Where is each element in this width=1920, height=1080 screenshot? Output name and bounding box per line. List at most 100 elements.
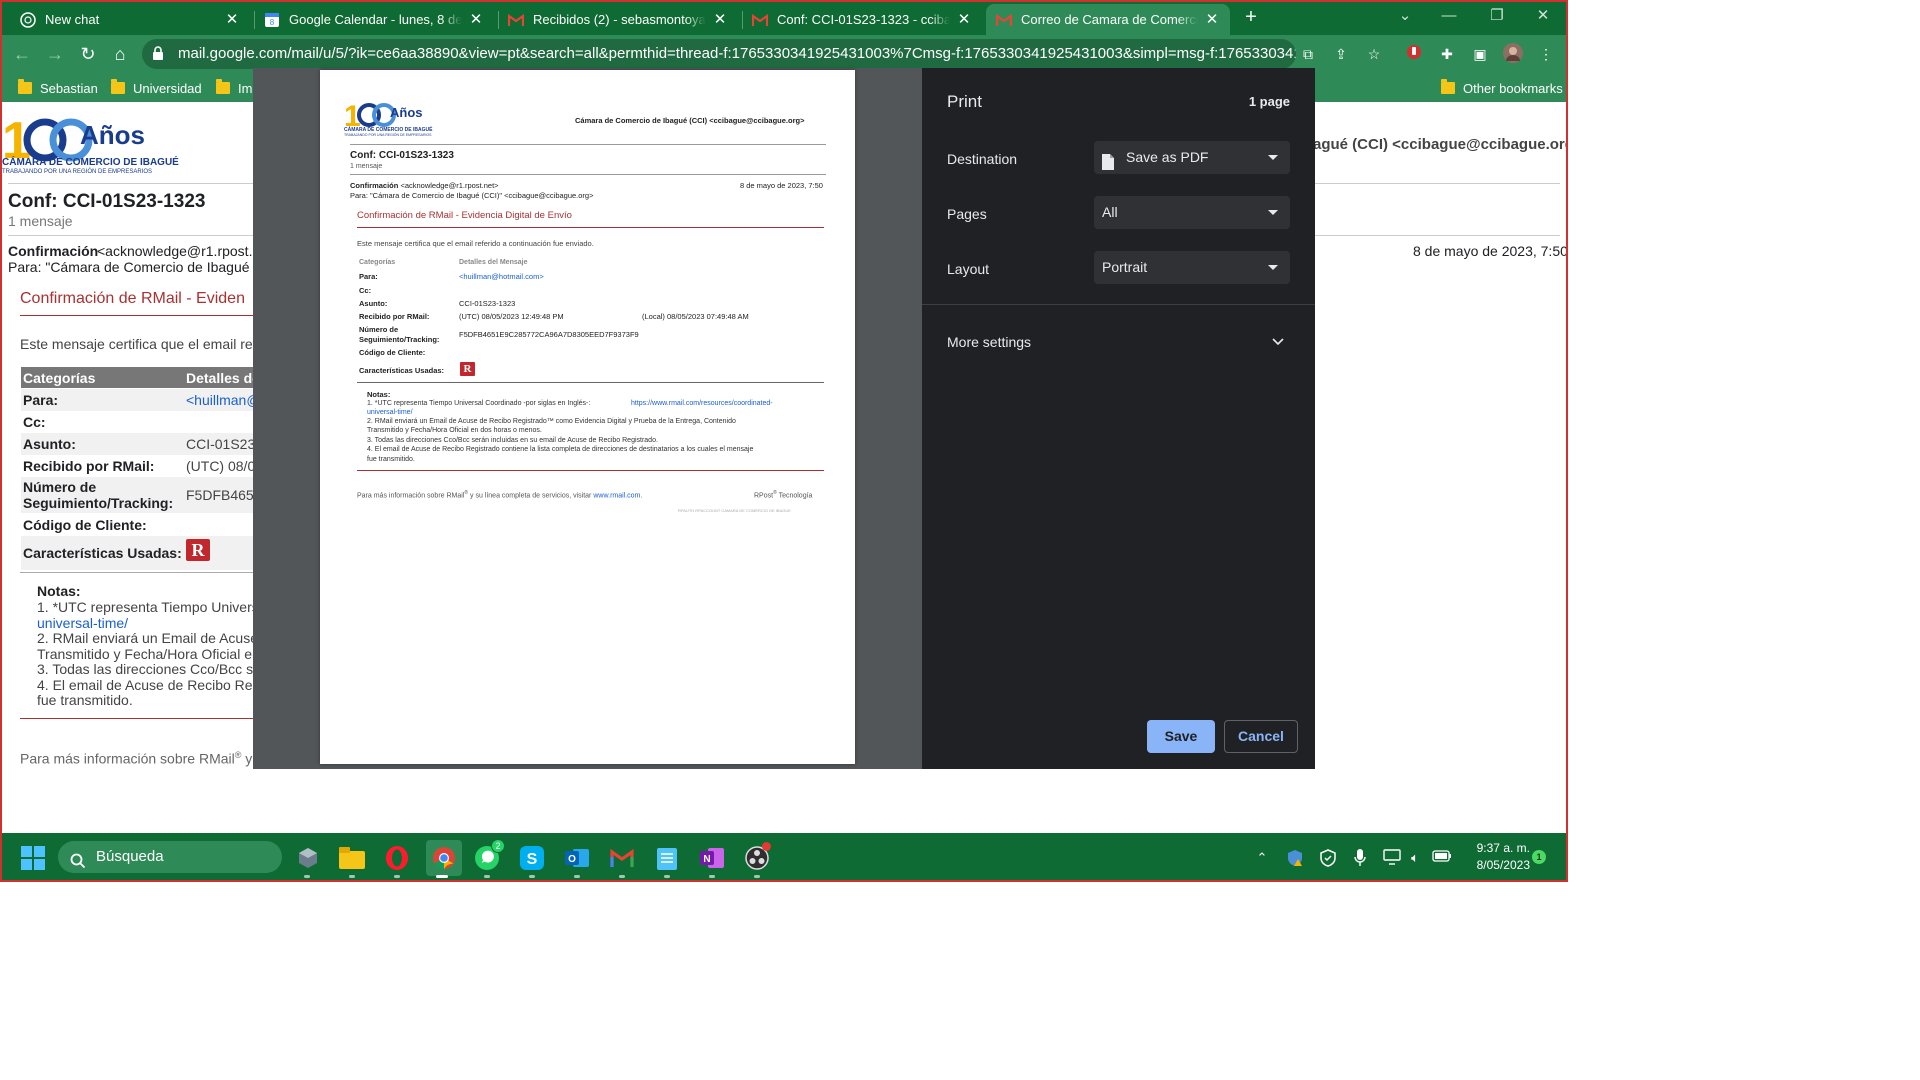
share-icon[interactable]: ⇪ <box>1331 44 1351 64</box>
logo-subtitle: CÁMARA DE COMERCIO DE IBAGUÉ <box>2 157 179 168</box>
row-label: Asunto: <box>23 436 76 452</box>
outlook-icon[interactable]: O <box>561 842 593 874</box>
chevron-down-icon <box>1268 155 1278 160</box>
security-shield-icon[interactable] <box>1319 849 1337 867</box>
note-line: Transmitido y Fecha/Hora Oficial en c <box>37 646 271 662</box>
window-close-icon[interactable]: ✕ <box>1530 4 1556 28</box>
back-icon[interactable]: ← <box>10 42 34 66</box>
print-preview-page: 1 Años CÁMARA DE COMERCIO DE IBAGUÉ TRAB… <box>320 70 855 764</box>
notification-count-badge[interactable]: 1 <box>1532 850 1546 864</box>
preview-row-label: Para: <box>359 272 378 281</box>
more-settings-toggle[interactable]: More settings <box>922 322 1315 362</box>
restore-icon[interactable]: ❐ <box>1484 4 1510 28</box>
preview-row-label: Número de <box>359 325 399 334</box>
preview-sender-name: Confirmación <box>350 181 399 190</box>
clock-time[interactable]: 9:37 a. m. <box>1460 841 1530 855</box>
note-line: fue transmitido. <box>37 692 133 708</box>
pages-select[interactable]: All <box>1094 196 1290 229</box>
cancel-button[interactable]: Cancel <box>1224 720 1298 753</box>
recording-indicator <box>762 842 771 851</box>
table-row: Asunto: CCI-01S23 <box>21 433 255 455</box>
onenote-icon[interactable]: N <box>696 842 728 874</box>
windows-start-icon[interactable] <box>17 842 49 874</box>
extensions-puzzle-icon[interactable]: ✚ <box>1437 44 1457 64</box>
tab-google-calendar[interactable]: 8 Google Calendar - lunes, 8 de mayo ✕ <box>254 4 494 35</box>
preview-sender-email: <acknowledge@r1.rpost.net> <box>400 181 499 190</box>
defender-warning-icon[interactable] <box>1286 849 1304 867</box>
layout-select[interactable]: Portrait <box>1094 251 1290 284</box>
skype-icon[interactable]: S <box>516 842 548 874</box>
logo-text: Años <box>80 120 145 150</box>
profile-avatar[interactable] <box>1503 43 1523 63</box>
chevron-up-icon[interactable]: ⌃ <box>1253 849 1271 867</box>
opera-icon[interactable] <box>381 842 413 874</box>
pages-label: Pages <box>947 206 987 222</box>
tab-new-chat[interactable]: New chat ✕ <box>10 4 250 35</box>
folder-icon <box>216 79 230 94</box>
table-row: Para: <huillman@ <box>21 389 261 411</box>
running-indicator <box>709 875 715 878</box>
file-explorer-icon[interactable] <box>336 842 368 874</box>
chrome-icon[interactable] <box>426 840 462 876</box>
preview-footer-link: www.rmail.com. <box>593 492 643 500</box>
bookmark-star-icon[interactable]: ☆ <box>1364 44 1384 64</box>
bookmark-label: Other bookmarks <box>1463 80 1563 96</box>
recipient-link[interactable]: <huillman@ <box>186 392 261 408</box>
microphone-icon[interactable] <box>1351 849 1369 867</box>
logo-tagline: TRABAJANDO POR UNA REGIÓN DE EMPRESARIOS <box>2 169 153 175</box>
destination-select[interactable]: Save as PDF <box>1094 141 1290 174</box>
other-bookmarks[interactable]: Other bookmarks <box>1441 79 1563 97</box>
layout-value: Portrait <box>1102 259 1148 275</box>
forward-icon[interactable]: → <box>43 42 67 66</box>
table-row: Cc: <box>21 411 253 433</box>
column-header: Categorías <box>23 370 96 386</box>
preview-subject: Conf: CCI-01S23-1323 <box>350 150 454 161</box>
preview-row-value: (UTC) 08/05/2023 12:49:48 PM <box>459 312 564 321</box>
whatsapp-icon[interactable]: 2 <box>471 839 505 874</box>
gmail-icon[interactable] <box>606 842 638 874</box>
notepad-icon[interactable] <box>651 842 683 874</box>
preview-row-label: Código de Cliente: <box>359 348 426 357</box>
battery-icon[interactable] <box>1432 849 1451 867</box>
close-icon[interactable]: ✕ <box>468 11 484 28</box>
clock-date[interactable]: 8/05/2023 <box>1460 858 1530 872</box>
close-icon[interactable]: ✕ <box>224 11 240 28</box>
minimize-icon[interactable]: — <box>1436 4 1462 28</box>
tab-active-correo[interactable]: Correo de Camara de Comercio de ✕ <box>986 4 1230 35</box>
extension-red-icon[interactable] <box>1404 44 1424 64</box>
network-icon[interactable] <box>1383 849 1401 867</box>
side-panel-icon[interactable]: ▣ <box>1470 44 1490 64</box>
tab-inbox[interactable]: Recibidos (2) - sebasmontoyasm ✕ <box>498 4 738 35</box>
notification-badge: 2 <box>491 839 505 853</box>
bookmark-label: Universidad <box>133 80 202 96</box>
row-value: F5DFB465 <box>186 487 254 503</box>
save-button[interactable]: Save <box>1147 720 1215 753</box>
close-icon[interactable]: ✕ <box>1204 11 1220 28</box>
bookmark-folder[interactable]: Sebastian <box>18 79 98 97</box>
running-indicator <box>529 875 535 878</box>
widgets-icon[interactable] <box>292 842 324 874</box>
close-icon[interactable]: ✕ <box>956 11 972 28</box>
preview-row-label: Seguimiento/Tracking: <box>359 335 440 344</box>
note-link[interactable]: universal-time/ <box>37 615 128 631</box>
table-row: Recibido por RMail: (UTC) 08/0 <box>21 455 256 477</box>
tab-search-icon[interactable]: ⌄ <box>1392 4 1418 28</box>
address-bar[interactable]: mail.google.com/mail/u/5/?ik=ce6aa38890&… <box>142 39 1296 69</box>
running-indicator <box>484 875 490 878</box>
home-icon[interactable]: ⌂ <box>108 42 132 66</box>
preview-row-label: Características Usadas: <box>359 366 445 375</box>
volume-icon[interactable]: 🔈︎ <box>1406 849 1424 867</box>
bookmark-folder[interactable]: Universidad <box>111 79 202 97</box>
tab-conf-email[interactable]: Conf: CCI-01S23-1323 - ccibague ✕ <box>742 4 982 35</box>
chrome-menu-icon[interactable]: ⋮ <box>1536 44 1556 64</box>
email-intro: Este mensaje certifica que el email refe <box>20 336 265 352</box>
taskbar-search[interactable]: Búsqueda <box>58 841 282 873</box>
obs-icon[interactable] <box>741 842 773 874</box>
lock-icon[interactable] <box>152 46 166 62</box>
row-value: (UTC) 08/0 <box>186 458 256 474</box>
close-icon[interactable]: ✕ <box>712 11 728 28</box>
reload-icon[interactable]: ↻ <box>76 42 100 66</box>
preview-heading: Confirmación de RMail - Evidencia Digita… <box>357 210 572 221</box>
open-in-app-icon[interactable]: ⧉ <box>1298 44 1318 64</box>
new-tab-button[interactable]: + <box>1240 6 1262 28</box>
